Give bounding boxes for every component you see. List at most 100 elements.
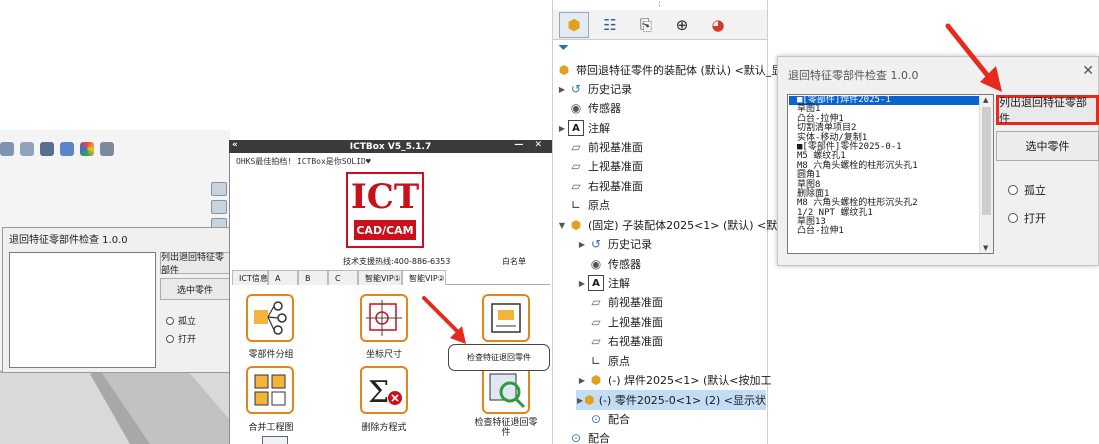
configuration-tab-icon[interactable]: ⎘ [631, 12, 661, 38]
list-scrollbar[interactable]: ▲ ▼ [979, 95, 993, 253]
tree-item[interactable]: ▱ 右视基准面 [556, 176, 643, 196]
tree-item-label: 上视基准面 [608, 316, 663, 329]
tree-item[interactable]: ⊙ 配合 [556, 428, 610, 444]
expand-arrow-icon[interactable]: ▶ [576, 396, 584, 405]
component-tree-icon [254, 301, 287, 335]
expand-arrow-icon[interactable]: ▶ [556, 124, 568, 133]
tab-b[interactable]: B [298, 270, 328, 285]
tab-vip-2[interactable]: 智能VIP② [402, 270, 446, 285]
feature-tree-tab-icon[interactable]: ⬢ [559, 11, 589, 38]
home-icon[interactable] [211, 182, 227, 196]
tree-item[interactable]: ▱ 上视基准面 [556, 156, 643, 176]
list-features-button[interactable]: 列出退回特征零部件 [996, 95, 1099, 125]
appearance-icon[interactable] [80, 142, 94, 156]
tree-item[interactable]: ∟ 原点 [576, 351, 630, 371]
whitelist-label[interactable]: 白名单 [502, 256, 526, 267]
isolate-radio[interactable]: 孤立 [166, 314, 196, 327]
display-monitor-icon[interactable] [100, 142, 114, 156]
window-controls[interactable]: — ✕ [514, 140, 546, 150]
tree-item-label: (-) 焊件2025<1> (默认<按加工 [608, 374, 772, 387]
close-icon[interactable]: ✕ [1082, 63, 1094, 79]
collapse-icon[interactable]: « [232, 140, 238, 150]
hide-show-icon[interactable] [60, 142, 74, 156]
tree-item[interactable]: ▶ A 注解 [556, 118, 610, 138]
tree-item[interactable]: ▶ ⬢ (-) 焊件2025<1> (默认<按加工 [576, 370, 772, 390]
tree-item-label: 配合 [588, 432, 610, 444]
radio-circle[interactable] [1008, 185, 1018, 195]
display-manager-tab-icon[interactable]: ◕ [703, 12, 733, 38]
scroll-down-icon[interactable]: ▼ [983, 244, 988, 252]
tree-item[interactable]: ▶ A 注解 [576, 273, 630, 293]
radio-circle[interactable] [166, 334, 174, 343]
tree-item[interactable]: ▱ 前视基准面 [556, 137, 643, 157]
scroll-thumb[interactable] [982, 107, 991, 215]
display-style-icon[interactable] [40, 142, 54, 156]
tab-ict-info[interactable]: ICT信息 [232, 270, 268, 285]
tree-item[interactable]: ◉ 传感器 [576, 254, 641, 274]
rollback-feature-list[interactable]: ■[零部件]焊件2025-1 草图1 凸台-拉伸1 切割清单项目2 实体-移动/复制1 ■… [787, 94, 994, 254]
tree-item[interactable]: ∟ 原点 [556, 195, 610, 215]
tree-item-label: 上视基准面 [588, 160, 643, 173]
assembly-icon: ⬢ [558, 63, 570, 77]
list-features-button[interactable]: 列出退回特征零部件 [160, 252, 230, 276]
dimxpert-tab-icon[interactable]: ⊕ [667, 12, 697, 38]
check-feature-rollback-tile[interactable] [482, 366, 530, 414]
drawing-tool-tile[interactable] [482, 294, 530, 342]
tab-a[interactable]: A [268, 270, 298, 285]
tree-item[interactable]: ◉ 传感器 [556, 98, 621, 118]
tree-item[interactable]: ▶ ↺ 历史记录 [576, 234, 652, 254]
open-radio[interactable]: 打开 [1008, 210, 1046, 226]
feature-list[interactable] [9, 252, 156, 368]
resources-icon[interactable] [211, 200, 227, 214]
tree-item[interactable]: ▱ 右视基准面 [576, 331, 663, 351]
delete-equation-tile[interactable]: Σ [360, 366, 408, 414]
panel-grip-icon[interactable]: ⋮ [655, 0, 664, 8]
select-part-button[interactable]: 选中零件 [160, 278, 230, 300]
tree-item[interactable]: ⊙ 配合 [576, 409, 630, 429]
history-icon: ↺ [590, 237, 602, 251]
filter-icon[interactable]: ⏷ [558, 40, 569, 56]
expand-arrow-icon[interactable]: ▶ [576, 376, 588, 385]
view-orientation-icon[interactable] [0, 142, 14, 156]
tree-item-selected[interactable]: ▶ ⬢ (-) 零件2025-0<1> (2) <显示状 [576, 390, 766, 410]
tab-vip-1[interactable]: 智能VIP① [358, 270, 402, 285]
section-view-icon[interactable] [20, 142, 34, 156]
plane-icon: ▱ [591, 295, 601, 309]
property-manager-tab-icon[interactable]: ☷ [595, 12, 625, 38]
sensor-icon: ◉ [570, 101, 582, 115]
radio-circle[interactable] [1008, 213, 1018, 223]
expand-arrow-icon[interactable]: ▶ [576, 279, 588, 288]
ictbox-tabs: ICT信息 A B C 智能VIP① 智能VIP② [232, 270, 550, 285]
tree-item[interactable]: ▼ ⬢ (固定) 子装配体2025<1> (默认) <默 [556, 215, 777, 235]
next-tile-partial[interactable] [262, 436, 288, 444]
ict-logo: ICT CAD/CAM [346, 172, 424, 248]
coordinate-icon [366, 300, 402, 336]
tree-item-label: (固定) 子装配体2025<1> (默认) <默 [588, 219, 778, 232]
tree-item-label: 配合 [608, 413, 630, 426]
list-item[interactable]: 凸台-拉伸1 [789, 227, 979, 237]
radio-circle[interactable] [166, 316, 174, 325]
isolate-radio[interactable]: 孤立 [1008, 182, 1046, 198]
tree-item[interactable]: ▱ 前视基准面 [576, 292, 663, 312]
tree-item[interactable]: ▶ ↺ 历史记录 [556, 79, 632, 99]
tab-c[interactable]: C [328, 270, 358, 285]
component-grouping-tile[interactable] [246, 294, 294, 342]
open-radio[interactable]: 打开 [166, 332, 196, 345]
tree-item[interactable]: ▱ 上视基准面 [576, 312, 663, 332]
scroll-up-icon[interactable]: ▲ [983, 96, 988, 104]
origin-icon: ∟ [570, 198, 582, 212]
coordinate-dimension-tile[interactable] [360, 294, 408, 342]
expand-arrow-icon[interactable]: ▶ [576, 240, 588, 249]
collapse-arrow-icon[interactable]: ▼ [556, 221, 568, 230]
svg-text:Σ: Σ [368, 375, 389, 410]
expand-arrow-icon[interactable]: ▶ [556, 85, 568, 94]
part-icon: ⬢ [590, 373, 602, 387]
select-part-button[interactable]: 选中零件 [996, 131, 1099, 161]
plane-icon: ▱ [571, 179, 581, 193]
tree-root[interactable]: ⬢ 带回退特征零件的装配体 (默认) <默认_显 [556, 60, 783, 80]
origin-icon: ∟ [590, 354, 602, 368]
merge-drawing-tile[interactable] [246, 366, 294, 414]
tile-label: 检查特征退回零件 [474, 418, 538, 438]
tree-item-label: 前视基准面 [588, 141, 643, 154]
tree-item-label: 传感器 [588, 102, 621, 115]
